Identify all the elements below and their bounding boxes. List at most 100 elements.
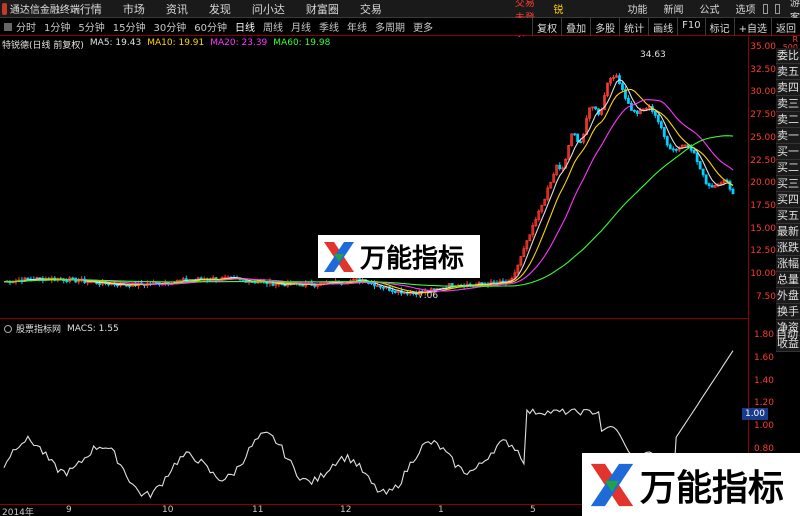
menu-discover[interactable]: 发现 (209, 1, 231, 17)
side-tab[interactable]: 买二 (776, 160, 800, 176)
side-tab[interactable]: 卖三 (776, 96, 800, 112)
period-daily[interactable]: 日线 (235, 19, 255, 34)
side-tab[interactable]: 卖一 (776, 128, 800, 144)
candle-body (98, 283, 102, 285)
indicator-tick: 1.80 (753, 330, 774, 340)
candle-body (573, 133, 577, 136)
menu-market[interactable]: 市场 (123, 1, 145, 17)
price-tick: 20.00 (750, 178, 776, 189)
candle-body (370, 282, 373, 285)
menu-ask[interactable]: 问小达 (252, 1, 285, 17)
ma5-value: MA5: 19.43 (89, 38, 142, 48)
menu-function[interactable]: 功能 (628, 1, 648, 16)
side-tab[interactable]: 总量 (776, 272, 800, 288)
candle-body (313, 284, 317, 287)
time-tick: 1 (438, 505, 444, 515)
side-tab[interactable]: 最新 (776, 224, 800, 240)
side-tab[interactable]: 买五 (776, 208, 800, 224)
candle-body (594, 106, 597, 110)
panel-toggle-icon[interactable] (4, 22, 12, 31)
side-tab[interactable]: 卖五 (776, 64, 800, 80)
right-axis-divider (748, 36, 749, 506)
indicator-tick: 1.40 (753, 375, 774, 386)
side-tab[interactable]: 外盘 (776, 288, 800, 304)
candle-body (393, 290, 397, 293)
period-1min[interactable]: 1分钟 (44, 19, 70, 34)
tool-statistics[interactable]: 统计 (619, 18, 648, 36)
candle-body (668, 144, 672, 150)
time-tick: 9 (66, 505, 72, 515)
menu-trade[interactable]: 交易 (360, 1, 382, 17)
tool-add-watchlist[interactable]: +自选 (733, 18, 771, 36)
candle-body (579, 141, 583, 144)
period-multi[interactable]: 多周期 (375, 19, 405, 34)
tool-back[interactable]: 返回 (771, 18, 800, 36)
side-tab[interactable]: 买一 (776, 144, 800, 160)
tool-multi-stock[interactable]: 多股 (590, 18, 619, 36)
watermark-logo-icon (324, 241, 354, 272)
period-15min[interactable]: 15分钟 (113, 19, 146, 34)
indicator-tick: 1.00 (753, 421, 774, 432)
maximize-icon[interactable] (774, 3, 780, 14)
period-more[interactable]: 更多 (413, 19, 433, 34)
price-tick: 32.50 (750, 64, 776, 75)
tool-mark[interactable]: 标记 (704, 18, 734, 36)
candle-body (698, 161, 702, 170)
price-tick: 30.00 (750, 87, 776, 98)
menu-wealth[interactable]: 财富圈 (306, 1, 339, 17)
price-tick: 15.00 (750, 223, 776, 234)
side-tab[interactable]: 买四 (776, 192, 800, 208)
candle-body (662, 127, 666, 137)
menu-quotes[interactable]: 行情 (80, 1, 102, 17)
period-bar: 分时 1分钟 5分钟 15分钟 30分钟 60分钟 日线 周线 月线 季线 年线… (0, 18, 800, 36)
tool-restore-rights[interactable]: 复权 (532, 18, 561, 36)
candle-body (710, 185, 714, 188)
side-tab[interactable]: 涨幅 (776, 256, 800, 272)
watermark-text: 万能指标 (640, 467, 785, 509)
candle-body (671, 148, 675, 151)
period-timeshare[interactable]: 分时 (16, 19, 36, 34)
period-yearly[interactable]: 年线 (347, 19, 367, 34)
price-tick: 35.00 (750, 42, 776, 52)
candle-body (695, 152, 699, 162)
period-monthly[interactable]: 月线 (291, 19, 311, 34)
price-tick: 7.50 (755, 291, 776, 302)
price-tick: 17.50 (750, 200, 776, 211)
side-tab[interactable]: 委比 (776, 48, 800, 64)
candle-body (707, 183, 711, 187)
period-quarterly[interactable]: 季线 (319, 19, 339, 34)
watermark-text: 万能指标 (360, 244, 465, 274)
time-tick: 10 (162, 505, 174, 515)
candle-body (450, 283, 454, 287)
period-weekly[interactable]: 周线 (263, 19, 283, 34)
period-60min[interactable]: 60分钟 (194, 19, 227, 34)
period-5min[interactable]: 5分钟 (78, 19, 104, 34)
side-tab[interactable]: 买三 (776, 176, 800, 192)
candle-body (636, 110, 639, 114)
price-tick: 12.50 (750, 246, 776, 257)
indicator-tick: 1.20 (753, 398, 774, 409)
tool-draw-line[interactable]: 画线 (648, 18, 677, 36)
menu-news-right[interactable]: 新闻 (664, 1, 684, 16)
price-tick: 25.00 (750, 132, 776, 143)
candle-body (621, 83, 624, 90)
tool-overlay[interactable]: 叠加 (561, 18, 590, 36)
candle-body (627, 97, 630, 104)
ma-legend: 特锐德(日线 前复权) MA5: 19.43 MA10: 19.91 MA20:… (2, 38, 336, 51)
candle-body (665, 136, 669, 146)
minimize-icon[interactable] (762, 3, 768, 14)
ma20-value: MA20: 23.39 (210, 38, 268, 48)
tool-f10[interactable]: F10 (677, 18, 704, 36)
time-tick: 11 (252, 505, 264, 515)
side-tab[interactable]: 卖二 (776, 112, 800, 128)
side-tab[interactable]: 换手 (776, 304, 800, 320)
menu-news[interactable]: 资讯 (166, 1, 188, 17)
price-tick: 10.00 (750, 269, 776, 279)
side-tab[interactable]: 涨跌 (776, 240, 800, 256)
side-tab[interactable]: 卖四 (776, 80, 800, 96)
menu-options[interactable]: 选项 (736, 1, 756, 16)
period-30min[interactable]: 30分钟 (153, 19, 186, 34)
menu-formula[interactable]: 公式 (700, 1, 720, 16)
ma60-value: MA60: 19.98 (273, 38, 331, 48)
candle-body (731, 188, 735, 195)
